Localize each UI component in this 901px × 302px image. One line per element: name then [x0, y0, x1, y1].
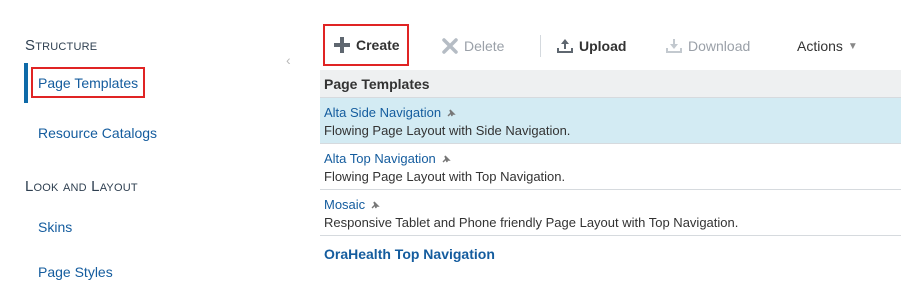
- chevron-down-icon: ▼: [847, 40, 858, 52]
- pin-icon: [370, 200, 380, 210]
- section-title-look-and-layout: Look and Layout: [25, 178, 138, 195]
- section-title-structure: Structure: [25, 37, 98, 54]
- template-name-link[interactable]: Alta Top Navigation: [324, 150, 436, 167]
- pin-icon: [446, 108, 456, 118]
- download-label: Download: [688, 38, 751, 54]
- active-indicator: [24, 63, 28, 103]
- template-name-link[interactable]: Alta Side Navigation: [324, 104, 441, 121]
- delete-label: Delete: [464, 38, 505, 54]
- template-name-link[interactable]: Mosaic: [324, 196, 365, 213]
- plus-icon: [333, 36, 351, 54]
- sidebar-item-skins[interactable]: Skins: [38, 219, 72, 235]
- download-button[interactable]: Download: [665, 28, 750, 64]
- upload-button[interactable]: Upload: [556, 28, 626, 64]
- pin-icon: [441, 154, 451, 164]
- create-label: Create: [356, 37, 400, 53]
- actions-menu-button[interactable]: Actions ▼: [797, 28, 858, 64]
- table-row[interactable]: Alta Side Navigation Flowing Page Layout…: [320, 98, 901, 144]
- table-row-orahealth[interactable]: OraHealth Top Navigation: [320, 236, 901, 262]
- create-button[interactable]: Create: [323, 24, 409, 66]
- delete-x-icon: [441, 37, 459, 55]
- sidebar-item-resource-catalogs[interactable]: Resource Catalogs: [38, 125, 157, 141]
- sidebar-item-page-templates[interactable]: Page Templates: [31, 67, 146, 98]
- template-description: Flowing Page Layout with Top Navigation.: [324, 169, 566, 184]
- actions-label: Actions: [797, 38, 843, 54]
- template-description: Responsive Tablet and Phone friendly Pag…: [324, 215, 739, 230]
- table-row[interactable]: Mosaic Responsive Tablet and Phone frien…: [320, 190, 901, 236]
- templates-table: Page Templates Alta Side Navigation Flow…: [320, 70, 901, 262]
- toolbar: Create Delete Upload Download Actions ▼: [320, 24, 901, 68]
- collapse-panel-icon[interactable]: ‹: [286, 52, 291, 68]
- table-row[interactable]: Alta Top Navigation Flowing Page Layout …: [320, 144, 901, 190]
- sidebar: Structure Page Templates Resource Catalo…: [0, 0, 270, 302]
- table-header: Page Templates: [320, 70, 901, 98]
- upload-label: Upload: [579, 38, 627, 54]
- toolbar-separator: [540, 35, 541, 57]
- delete-button[interactable]: Delete: [441, 28, 504, 64]
- template-description: Flowing Page Layout with Side Navigation…: [324, 123, 571, 138]
- upload-icon: [556, 37, 574, 55]
- sidebar-item-page-styles[interactable]: Page Styles: [38, 264, 113, 280]
- download-icon: [665, 37, 683, 55]
